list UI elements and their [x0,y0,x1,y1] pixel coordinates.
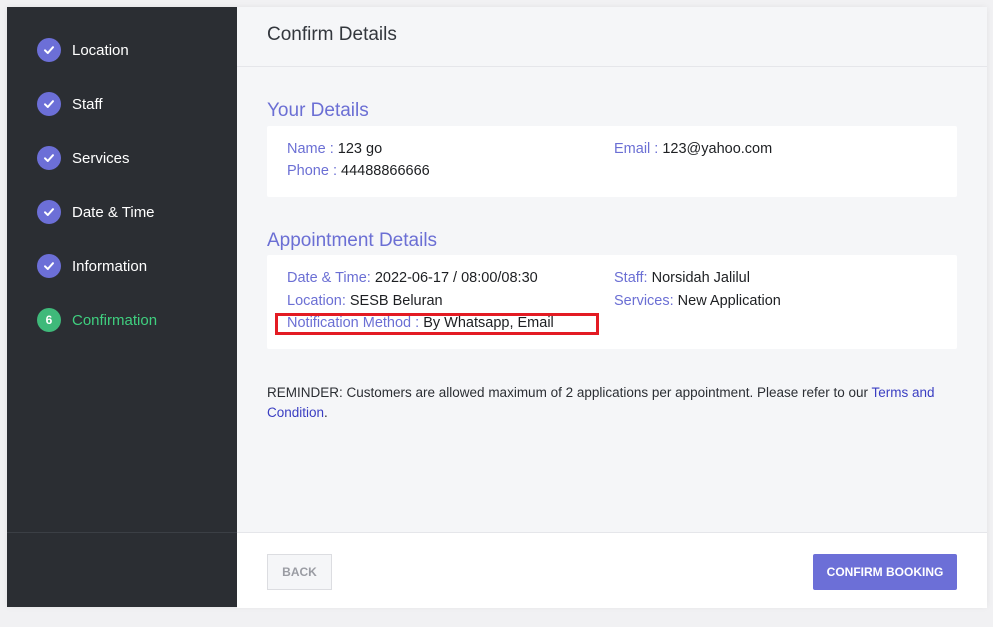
your-details-title: Your Details [267,100,369,121]
step-services[interactable]: Services [37,146,130,170]
step-information[interactable]: Information [37,254,147,278]
staff-value: Norsidah Jalilul [651,270,750,286]
back-button[interactable]: BACK [267,554,332,590]
reminder-text: REMINDER: Customers are allowed maximum … [267,383,957,423]
services-value: New Application [677,293,781,309]
booking-wizard: Location Staff Services Date & Time Info… [7,7,987,608]
page-title: Confirm Details [267,24,397,45]
step-location[interactable]: Location [37,38,129,62]
email-label: Email : [614,141,659,157]
step-label: Information [72,257,148,275]
sidebar-footer [7,532,237,608]
check-icon [37,200,61,224]
staff-field: Staff: Norsidah Jalilul [614,270,750,286]
check-icon [37,146,61,170]
confirm-booking-button[interactable]: CONFIRM BOOKING [813,554,957,590]
step-number-badge: 6 [37,308,61,332]
appointment-details-card: Date & Time: 2022-06-17 / 08:00/08:30 Lo… [267,255,957,349]
steps-sidebar: Location Staff Services Date & Time Info… [7,7,237,607]
services-label: Services: [614,293,674,309]
action-footer: BACK CONFIRM BOOKING [237,532,987,608]
datetime-field: Date & Time: 2022-06-17 / 08:00/08:30 [287,270,538,286]
name-label: Name : [287,141,334,157]
reminder-end: . [324,405,328,420]
your-details-card: Name : 123 go Phone : 44488866666 Email … [267,126,957,197]
step-label: Date & Time [72,203,155,221]
location-label: Location: [287,293,346,309]
datetime-label: Date & Time: [287,270,371,286]
email-field: Email : 123@yahoo.com [614,141,772,157]
phone-label: Phone : [287,163,337,179]
location-field: Location: SESB Beluran [287,293,443,309]
check-icon [37,38,61,62]
check-icon [37,254,61,278]
step-label: Staff [72,95,103,113]
staff-label: Staff: [614,270,648,286]
main-panel: Confirm Details Your Details Name : 123 … [237,7,987,608]
check-icon [37,92,61,116]
datetime-value: 2022-06-17 / 08:00/08:30 [374,270,538,286]
step-date-time[interactable]: Date & Time [37,200,155,224]
email-value: 123@yahoo.com [662,141,773,157]
page-header: Confirm Details [237,7,987,67]
phone-field: Phone : 44488866666 [287,163,430,179]
services-field: Services: New Application [614,293,781,309]
step-label: Confirmation [72,311,158,329]
appointment-details-title: Appointment Details [267,230,438,251]
notification-label: Notification Method : [287,315,420,331]
step-confirmation[interactable]: 6 Confirmation [37,308,157,332]
phone-value: 44488866666 [341,163,430,179]
reminder-body: REMINDER: Customers are allowed maximum … [267,385,869,400]
location-value: SESB Beluran [349,293,443,309]
name-field: Name : 123 go [287,141,382,157]
notification-value: By Whatsapp, Email [423,315,554,331]
step-staff[interactable]: Staff [37,92,103,116]
notification-field: Notification Method : By Whatsapp, Email [287,315,554,331]
step-label: Location [72,41,129,59]
name-value: 123 go [337,141,383,157]
step-label: Services [72,149,130,167]
